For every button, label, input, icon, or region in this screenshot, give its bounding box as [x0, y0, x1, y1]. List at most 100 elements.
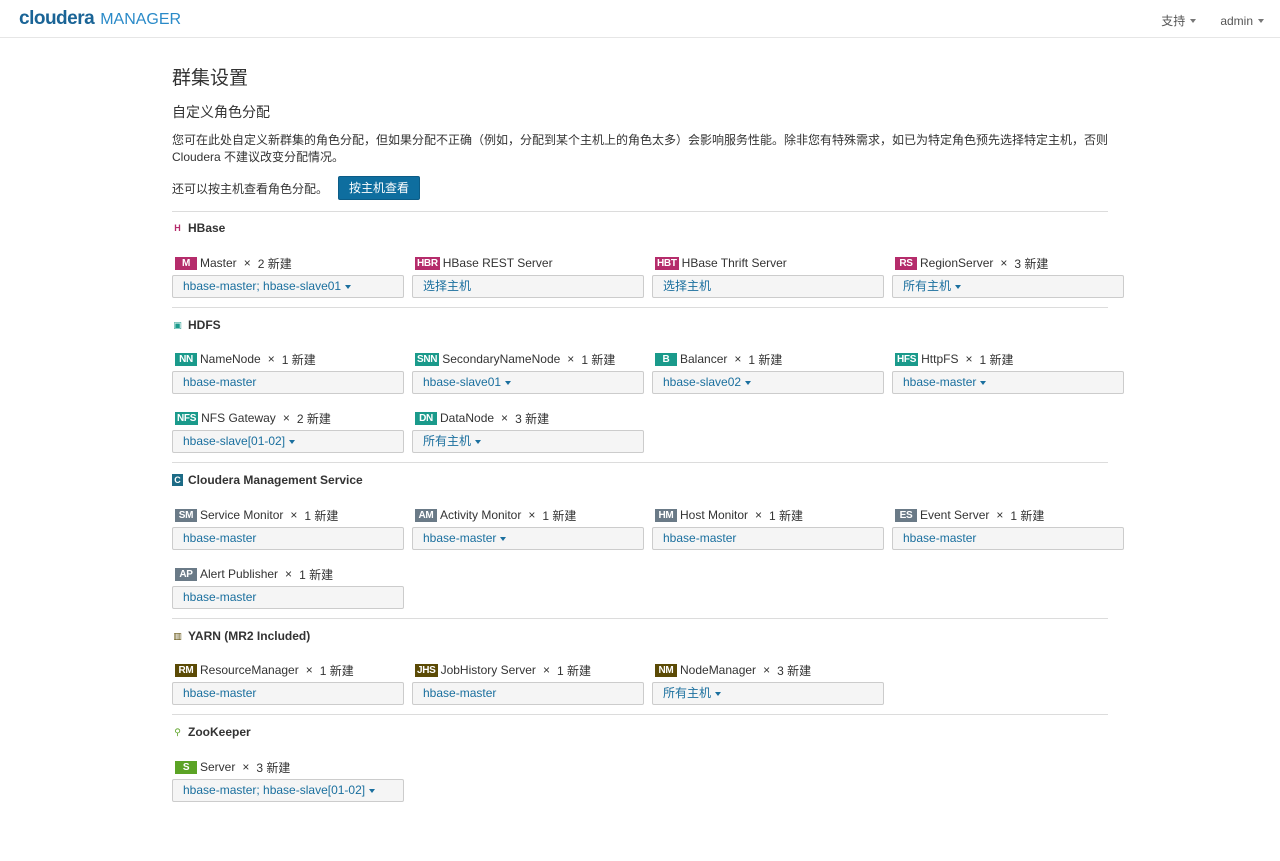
times-icon: ×: [755, 508, 763, 522]
hbase-icon: H: [174, 223, 181, 233]
chevron-down-icon: [289, 439, 296, 444]
role-label: AP Alert Publisher × 1 新建: [172, 566, 404, 582]
host-selector[interactable]: 选择主机: [652, 275, 884, 298]
section-divider: [172, 211, 1108, 212]
host-selection: 所有主机: [663, 686, 712, 700]
role-name: DataNode: [440, 411, 495, 425]
zookeeper-icon: ⚲: [174, 726, 181, 737]
host-selector[interactable]: 所有主机: [652, 682, 884, 705]
role-name: HBase Thrift Server: [681, 256, 787, 270]
host-selector[interactable]: hbase-master: [412, 682, 644, 705]
role-badge: NM: [655, 663, 677, 677]
role-label: S Server × 3 新建: [172, 759, 404, 775]
role-label: RS RegionServer × 3 新建: [892, 255, 1124, 271]
role-label: JHS JobHistory Server × 1 新建: [412, 662, 644, 678]
times-icon: ×: [1000, 256, 1008, 270]
host-selector[interactable]: hbase-master: [412, 527, 644, 550]
host-selector[interactable]: hbase-master: [652, 527, 884, 550]
role-badge: JHS: [415, 663, 438, 677]
role-count: 1 新建: [748, 352, 783, 367]
role-count: 3 新建: [1014, 256, 1049, 271]
role-assignment: M Master × 2 新建 hbase-master; hbase-slave01: [172, 255, 404, 298]
host-selector[interactable]: 所有主机: [412, 430, 644, 453]
host-selector[interactable]: hbase-master: [172, 371, 404, 394]
section-divider: [172, 307, 1108, 308]
role-badge: SNN: [415, 352, 440, 366]
role-badge: RM: [175, 663, 197, 677]
role-badge: HBR: [415, 256, 440, 270]
chevron-down-icon: [980, 380, 987, 385]
role-badge: HM: [655, 508, 677, 522]
role-name: NodeManager: [680, 663, 757, 677]
times-icon: ×: [528, 508, 536, 522]
role-assignment: B Balancer × 1 新建 hbase-slave02: [652, 351, 884, 394]
top-navbar: cloudera MANAGER 支持 admin: [0, 0, 1280, 38]
times-icon: ×: [734, 352, 742, 366]
role-count: 1 新建: [319, 663, 354, 678]
host-selection: hbase-slave02: [663, 375, 742, 389]
host-selector[interactable]: hbase-master; hbase-slave01: [172, 275, 404, 298]
host-selector[interactable]: hbase-master: [892, 527, 1124, 550]
service-name: HDFS: [188, 318, 221, 332]
role-name: Alert Publisher: [200, 567, 279, 581]
host-selection: hbase-master: [903, 375, 977, 389]
view-by-host-row: 还可以按主机查看角色分配。 按主机查看: [172, 176, 421, 200]
host-selector[interactable]: 所有主机: [892, 275, 1124, 298]
role-assignment: HFS HttpFS × 1 新建 hbase-master: [892, 351, 1124, 394]
role-count: 1 新建: [769, 508, 804, 523]
section-divider: [172, 462, 1108, 463]
service-header: ⚲ ZooKeeper: [172, 725, 251, 739]
role-count: 1 新建: [581, 352, 616, 367]
host-selector[interactable]: 选择主机: [412, 275, 644, 298]
role-name: Host Monitor: [680, 508, 749, 522]
view-by-host-button[interactable]: 按主机查看: [338, 176, 421, 200]
cloudera-manager-logo[interactable]: cloudera MANAGER: [19, 8, 181, 31]
host-selection: hbase-master: [663, 531, 737, 545]
host-selector[interactable]: hbase-slave[01-02]: [172, 430, 404, 453]
host-selector[interactable]: hbase-master: [172, 527, 404, 550]
times-icon: ×: [567, 352, 575, 366]
role-count: 1 新建: [299, 567, 334, 582]
role-count: 3 新建: [256, 760, 291, 775]
times-icon: ×: [996, 508, 1004, 522]
view-by-host-text: 还可以按主机查看角色分配。: [172, 181, 329, 196]
host-selector[interactable]: hbase-master: [172, 586, 404, 609]
role-assignment: AM Activity Monitor × 1 新建 hbase-master: [412, 507, 644, 550]
host-selection: hbase-master; hbase-slave01: [183, 279, 342, 293]
times-icon: ×: [542, 663, 550, 677]
role-badge: RS: [895, 256, 917, 270]
host-selector[interactable]: hbase-master; hbase-slave[01-02]: [172, 779, 404, 802]
service-name: YARN (MR2 Included): [188, 629, 311, 643]
host-selector[interactable]: hbase-slave01: [412, 371, 644, 394]
host-selector[interactable]: hbase-master: [172, 682, 404, 705]
role-assignment: HM Host Monitor × 1 新建 hbase-master: [652, 507, 884, 550]
host-selection: hbase-slave01: [423, 375, 502, 389]
times-icon: ×: [290, 508, 298, 522]
support-menu[interactable]: 支持: [1161, 12, 1197, 29]
times-icon: ×: [763, 663, 771, 677]
role-count: 1 新建: [281, 352, 316, 367]
chevron-down-icon: [1190, 18, 1197, 23]
role-count: 1 新建: [556, 663, 591, 678]
role-name: NFS Gateway: [201, 411, 276, 425]
host-selector[interactable]: hbase-slave02: [652, 371, 884, 394]
role-assignment: HBR HBase REST Server 选择主机: [412, 255, 644, 298]
times-icon: ×: [285, 567, 293, 581]
service-header: ▣ HDFS: [172, 318, 221, 332]
role-assignment: RS RegionServer × 3 新建 所有主机: [892, 255, 1124, 298]
role-assignment: HBT HBase Thrift Server 选择主机: [652, 255, 884, 298]
service-name: ZooKeeper: [188, 725, 251, 739]
role-assignment: SM Service Monitor × 1 新建 hbase-master: [172, 507, 404, 550]
times-icon: ×: [501, 411, 509, 425]
role-label: HM Host Monitor × 1 新建: [652, 507, 884, 523]
host-selection: hbase-master; hbase-slave[01-02]: [183, 783, 366, 797]
service-header: C Cloudera Management Service: [172, 473, 363, 487]
page-description: 您可在此处自定义新群集的角色分配，但如果分配不正确（例如，分配到某个主机上的角色…: [172, 133, 1109, 164]
role-badge: NN: [175, 352, 197, 366]
user-menu[interactable]: admin: [1220, 12, 1264, 29]
role-assignment: SNN SecondaryNameNode × 1 新建 hbase-slave01: [412, 351, 644, 394]
chevron-down-icon: [955, 284, 962, 289]
host-selector[interactable]: hbase-master: [892, 371, 1124, 394]
role-name: Balancer: [680, 352, 728, 366]
section-divider: [172, 714, 1108, 715]
